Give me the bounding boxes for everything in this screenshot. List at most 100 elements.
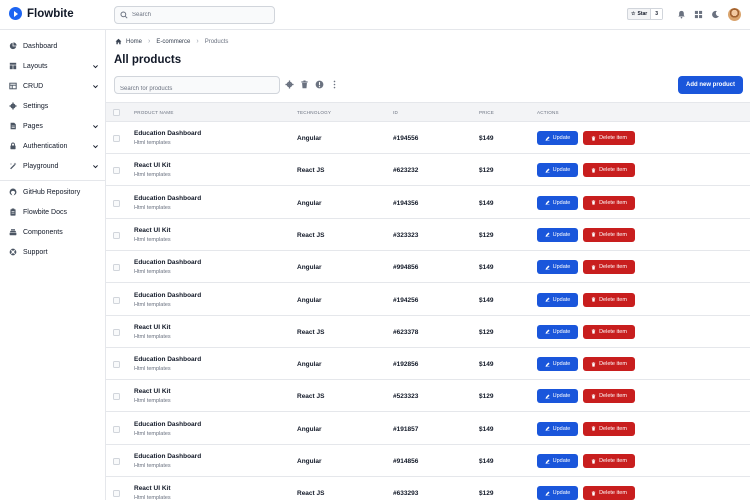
top-search-box[interactable] bbox=[114, 6, 275, 24]
product-name: React UI Kit bbox=[134, 226, 171, 234]
flowbite-logo-icon bbox=[9, 7, 22, 20]
update-button[interactable]: Update bbox=[537, 292, 578, 307]
clipboard-icon bbox=[10, 208, 16, 216]
product-technology: Angular bbox=[297, 199, 322, 207]
sidebar-item-crud[interactable]: CRUD bbox=[9, 79, 99, 93]
product-technology: Angular bbox=[297, 425, 322, 433]
sidebar-item-pages[interactable]: Pages bbox=[9, 119, 99, 133]
row-checkbox[interactable] bbox=[113, 231, 120, 239]
update-button[interactable]: Update bbox=[537, 486, 578, 500]
product-id: #194256 bbox=[393, 296, 419, 304]
avatar[interactable] bbox=[728, 8, 741, 21]
row-checkbox[interactable] bbox=[113, 328, 120, 336]
sidebar-item-components[interactable]: Components bbox=[9, 225, 99, 239]
update-button[interactable]: Update bbox=[537, 163, 578, 178]
edit-icon bbox=[545, 491, 550, 496]
add-new-product-button[interactable]: Add new product bbox=[678, 76, 743, 94]
update-button[interactable]: Update bbox=[537, 389, 578, 404]
delete-item-button[interactable]: Delete item bbox=[583, 163, 635, 178]
chevron-down-icon bbox=[93, 65, 98, 69]
moon-icon[interactable] bbox=[711, 10, 720, 19]
table-row: Education Dashboard Html templates Angular… bbox=[106, 187, 750, 219]
sidebar-item-flowbite-docs[interactable]: Flowbite Docs bbox=[9, 205, 99, 219]
delete-item-button[interactable]: Delete item bbox=[583, 486, 635, 500]
row-checkbox[interactable] bbox=[113, 361, 120, 369]
delete-item-button[interactable]: Delete item bbox=[583, 131, 635, 145]
update-label: Update bbox=[552, 425, 571, 432]
select-all-checkbox[interactable] bbox=[113, 109, 120, 116]
delete-label: Delete item bbox=[599, 231, 627, 238]
sidebar-item-dashboard[interactable]: Dashboard bbox=[9, 39, 99, 53]
document-icon bbox=[10, 122, 16, 130]
sidebar-item-settings[interactable]: Settings bbox=[9, 99, 99, 113]
layout-icon bbox=[9, 62, 17, 70]
update-button[interactable]: Update bbox=[537, 260, 578, 275]
table-row: Education Dashboard Html templates Angular… bbox=[106, 251, 750, 284]
update-label: Update bbox=[552, 296, 571, 303]
row-checkbox[interactable] bbox=[113, 264, 120, 272]
sidebar-item-authentication[interactable]: Authentication bbox=[9, 139, 99, 153]
update-button[interactable]: Update bbox=[537, 131, 578, 145]
chevron-down-icon bbox=[93, 165, 98, 169]
delete-item-button[interactable]: Delete item bbox=[583, 292, 635, 307]
delete-item-button[interactable]: Delete item bbox=[583, 389, 635, 404]
edit-icon bbox=[545, 426, 550, 432]
row-checkbox[interactable] bbox=[113, 490, 120, 498]
update-button[interactable]: Update bbox=[537, 454, 578, 468]
edit-icon bbox=[545, 459, 550, 464]
product-search-input[interactable] bbox=[115, 81, 265, 97]
product-technology: React JS bbox=[297, 167, 325, 175]
delete-item-button[interactable]: Delete item bbox=[583, 421, 635, 436]
row-checkbox[interactable] bbox=[113, 458, 120, 465]
breadcrumb-ecommerce[interactable]: E-commerce bbox=[156, 39, 190, 45]
product-price: $129 bbox=[479, 231, 494, 239]
product-name: Education Dashboard bbox=[134, 259, 202, 267]
product-price: $129 bbox=[479, 393, 494, 401]
breadcrumb-home[interactable]: Home bbox=[126, 39, 142, 45]
sidebar-item-label: GitHub Repository bbox=[23, 188, 81, 196]
alert-circle-icon[interactable] bbox=[315, 80, 324, 89]
row-checkbox[interactable] bbox=[113, 393, 120, 401]
row-checkbox[interactable] bbox=[113, 425, 120, 433]
delete-item-button[interactable]: Delete item bbox=[583, 195, 635, 210]
row-checkbox[interactable] bbox=[113, 135, 120, 142]
update-button[interactable]: Update bbox=[537, 421, 578, 436]
update-button[interactable]: Update bbox=[537, 357, 578, 372]
top-navbar: Flowbite ☆Star 3 bbox=[0, 0, 750, 30]
delete-item-button[interactable]: Delete item bbox=[583, 260, 635, 275]
home-icon[interactable] bbox=[115, 38, 122, 45]
bell-icon[interactable] bbox=[677, 10, 686, 19]
top-search-input[interactable] bbox=[132, 12, 262, 18]
edit-icon bbox=[545, 200, 550, 205]
sidebar-item-layouts[interactable]: Layouts bbox=[9, 59, 99, 73]
update-button[interactable]: Update bbox=[537, 195, 578, 210]
update-button[interactable]: Update bbox=[537, 227, 578, 242]
product-category: Html templates bbox=[134, 398, 171, 405]
gear-icon[interactable] bbox=[285, 80, 294, 89]
row-checkbox[interactable] bbox=[113, 296, 120, 304]
update-button[interactable]: Update bbox=[537, 324, 578, 339]
table-row: Education Dashboard Html templates Angular… bbox=[106, 445, 750, 477]
more-vertical-icon[interactable] bbox=[330, 80, 339, 89]
delete-item-button[interactable]: Delete item bbox=[583, 324, 635, 339]
column-header-technology: Technology bbox=[297, 110, 332, 115]
github-star-button[interactable]: ☆ Star 3 bbox=[627, 8, 663, 20]
apps-grid-icon[interactable] bbox=[694, 10, 703, 19]
product-id: #623232 bbox=[393, 167, 419, 175]
sidebar-item-support[interactable]: Support bbox=[9, 245, 99, 259]
sidebar-item-playground[interactable]: Playground bbox=[9, 159, 99, 173]
trash-icon[interactable] bbox=[300, 80, 309, 89]
table-row: Education Dashboard Html templates Angular… bbox=[106, 122, 750, 154]
row-checkbox[interactable] bbox=[113, 199, 120, 207]
sidebar-item-github-repository[interactable]: GitHub Repository bbox=[9, 185, 99, 199]
sidebar-item-label: Components bbox=[23, 228, 63, 236]
product-id: #194356 bbox=[393, 199, 419, 207]
delete-item-button[interactable]: Delete item bbox=[583, 454, 635, 468]
delete-item-button[interactable]: Delete item bbox=[583, 227, 635, 242]
delete-item-button[interactable]: Delete item bbox=[583, 357, 635, 372]
row-checkbox[interactable] bbox=[113, 167, 120, 175]
update-label: Update bbox=[552, 458, 571, 464]
brand[interactable]: Flowbite bbox=[9, 7, 74, 20]
product-search-box[interactable] bbox=[114, 76, 280, 97]
trash-icon bbox=[591, 458, 596, 464]
